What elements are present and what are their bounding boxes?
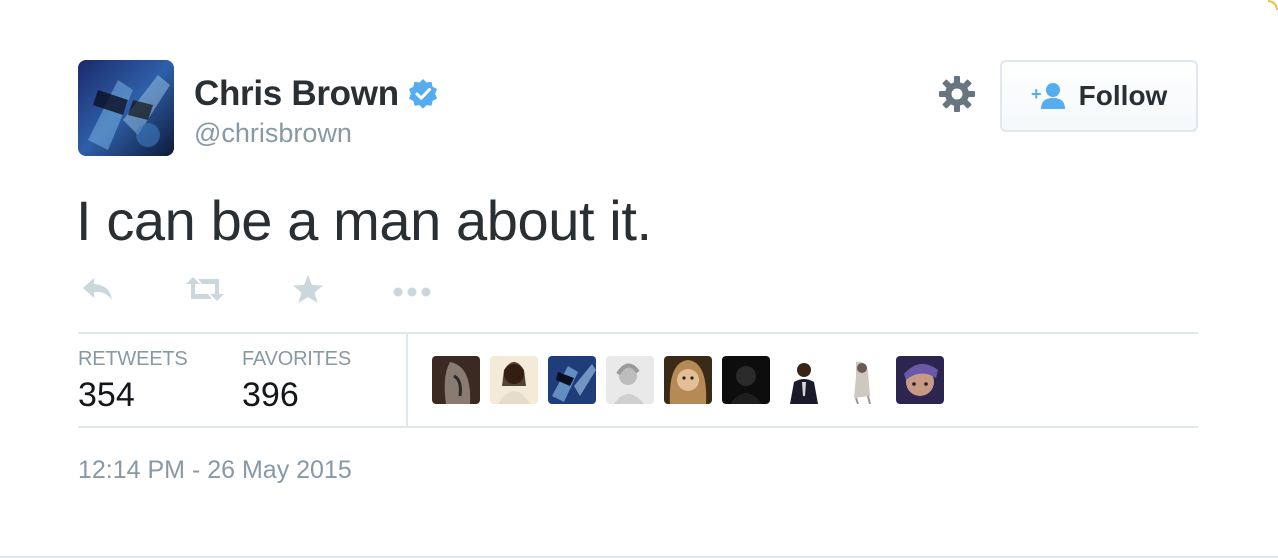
favorites-count[interactable]: 396 [242,376,299,415]
favoriter-avatar[interactable] [722,356,770,404]
favoriter-avatar[interactable] [432,356,480,404]
stats-vertical-divider [406,334,408,426]
svg-text:+: + [1031,84,1042,104]
favoriter-avatar[interactable] [838,356,886,404]
star-icon[interactable] [292,274,324,309]
more-icon[interactable] [392,274,432,309]
add-user-icon: + [1031,81,1067,111]
retweets-label[interactable]: RETWEETS [78,348,188,371]
favoriter-avatar[interactable] [548,356,596,404]
favoriter-avatar[interactable] [606,356,654,404]
stats-top-divider [78,332,1198,334]
stats-bottom-divider [78,426,1198,428]
display-name[interactable]: Chris Brown [194,74,439,114]
reply-icon[interactable] [80,274,116,309]
tweet-card: Chris Brown @chrisbrown + Follow I can b… [0,0,1278,558]
tweet-text: I can be a man about it. [76,189,652,252]
favoriter-avatar[interactable] [780,356,828,404]
tweet-timestamp[interactable]: 12:14 PM - 26 May 2015 [78,456,352,485]
retweets-count[interactable]: 354 [78,376,135,415]
favoriter-avatar[interactable] [664,356,712,404]
follow-button-label: Follow [1078,80,1168,111]
retweet-icon[interactable] [184,274,226,309]
verified-badge-icon [407,78,439,110]
gear-icon[interactable] [936,73,978,115]
user-handle[interactable]: @chrisbrown [194,118,352,149]
favorites-label[interactable]: FAVORITES [242,348,351,371]
display-name-text: Chris Brown [194,74,399,113]
card-corner-accent [1268,0,1278,10]
follow-button[interactable]: + Follow [1000,60,1198,132]
user-avatar[interactable] [78,60,174,156]
favoriter-avatar[interactable] [490,356,538,404]
favoriter-avatar[interactable] [896,356,944,404]
